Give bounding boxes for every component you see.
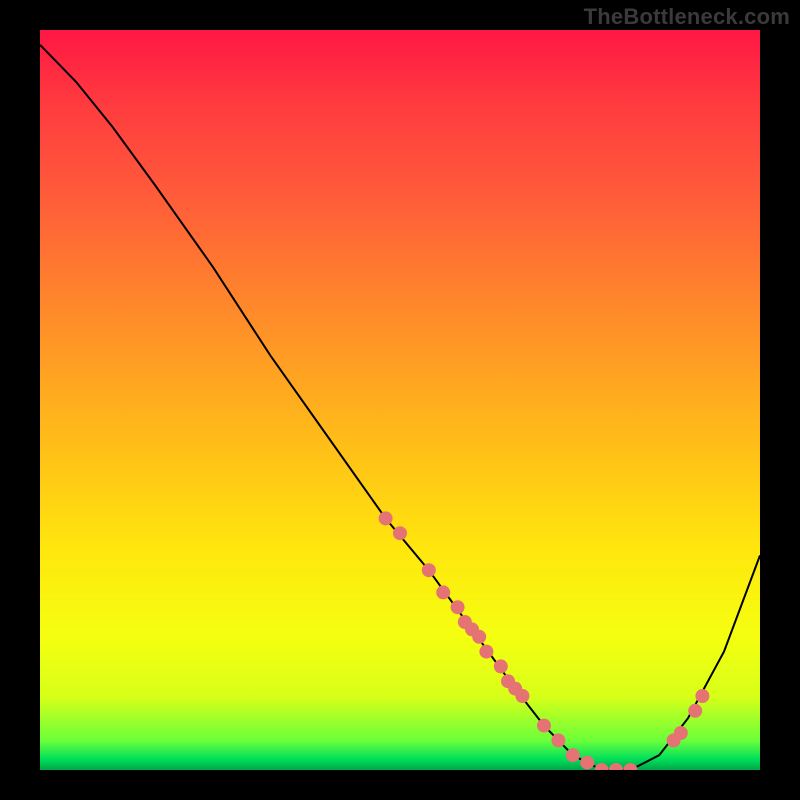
chart-frame: TheBottleneck.com: [0, 0, 800, 800]
watermark-label: TheBottleneck.com: [584, 4, 790, 30]
plot-gradient-area: [40, 30, 760, 770]
